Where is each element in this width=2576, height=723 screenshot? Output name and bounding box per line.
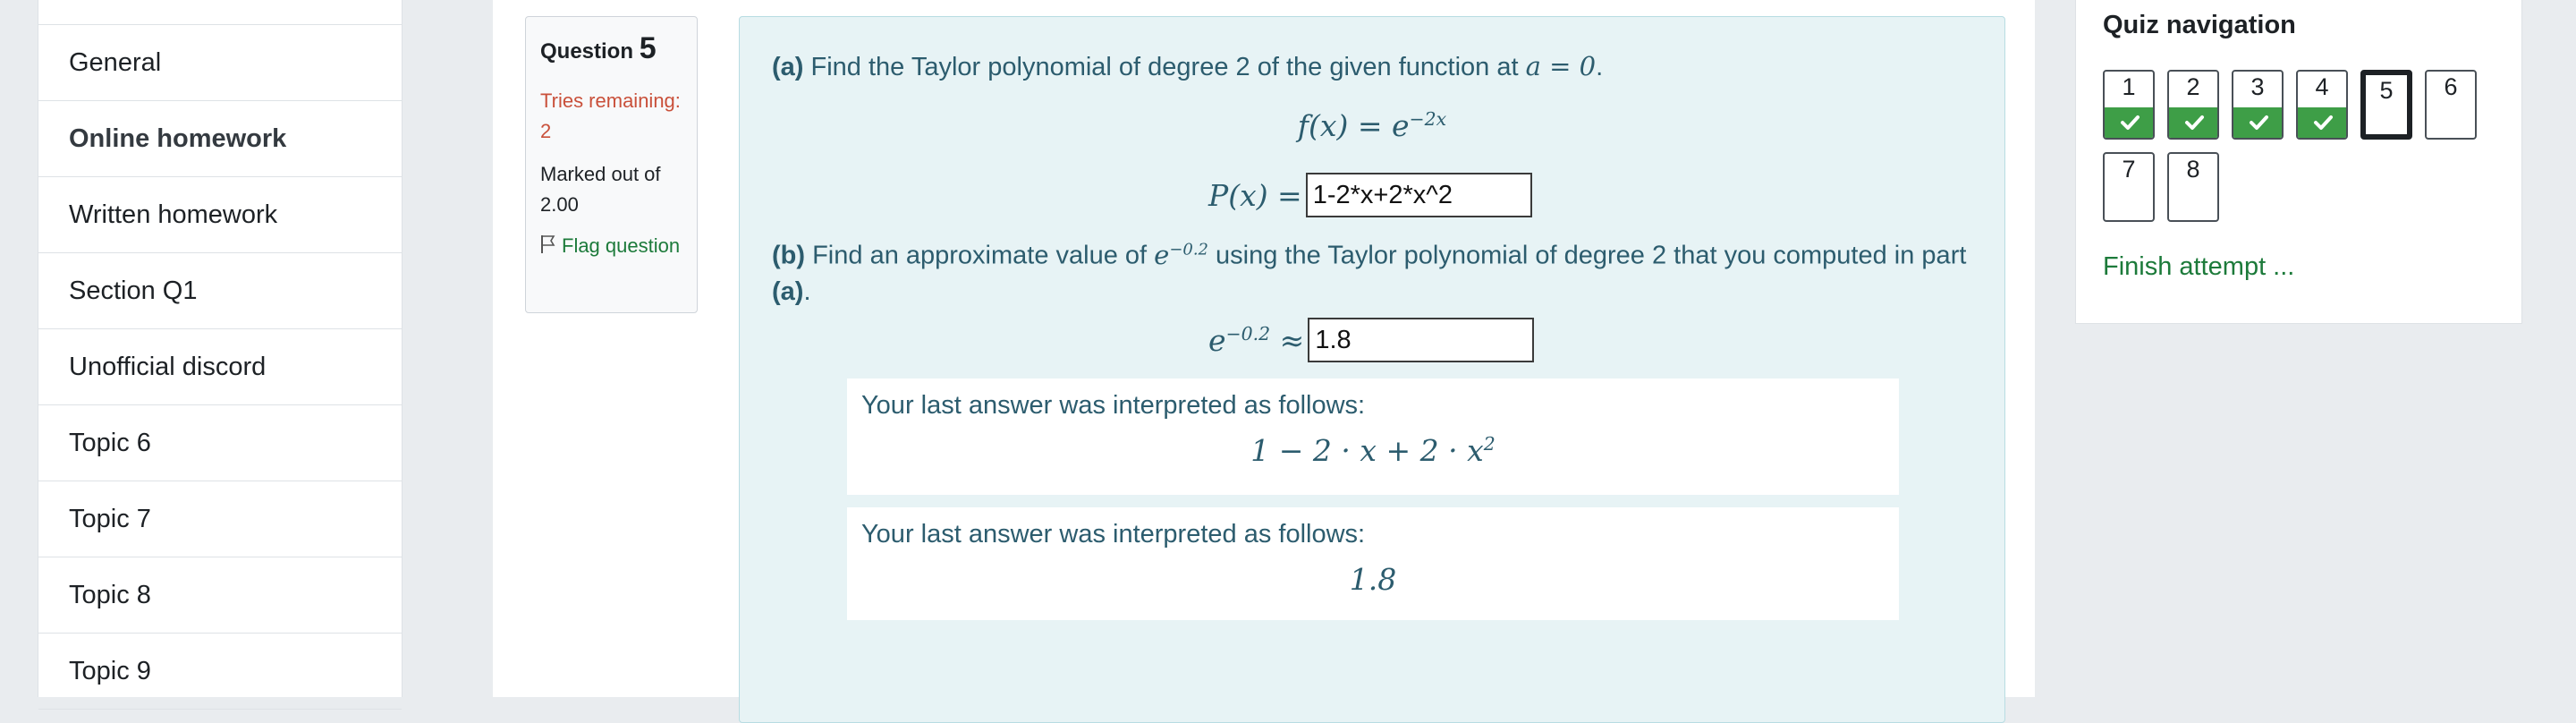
quiz-nav-number: 6 xyxy=(2444,73,2458,100)
e-answer-input[interactable] xyxy=(1308,318,1535,362)
sidebar-item-section-q1[interactable]: Section Q1 xyxy=(38,253,402,329)
quiz-nav-number: 7 xyxy=(2122,156,2136,183)
nav-divider xyxy=(38,0,402,25)
quiz-nav-number: 5 xyxy=(2379,77,2394,104)
part-b-expression: e−0.2 xyxy=(1154,239,1208,270)
p-answer-row: P(x) = xyxy=(1208,173,1532,217)
sidebar-item-general[interactable]: General xyxy=(38,25,402,101)
answered-state xyxy=(2169,107,2217,138)
flag-question-link[interactable]: Flag question xyxy=(540,231,682,263)
flag-question-label: Flag question xyxy=(562,234,681,257)
question-number-value: 5 xyxy=(639,31,657,65)
part-a-label: (a) xyxy=(772,53,804,81)
marked-out-of: Marked out of 2.00 xyxy=(540,163,661,216)
answered-state xyxy=(2298,107,2346,138)
tries-remaining: Tries remaining: 2 xyxy=(540,89,681,142)
check-icon xyxy=(2250,115,2268,130)
part-a-point: a = 0 xyxy=(1525,51,1597,81)
part-b-text-1: Find an approximate value of xyxy=(812,241,1148,270)
check-icon xyxy=(2314,115,2333,130)
part-a-prompt: (a) Find the Taylor polynomial of degree… xyxy=(772,51,1604,81)
e-label: e−0.2 ≈ xyxy=(1208,322,1305,358)
question-prefix: Question xyxy=(540,39,634,64)
answered-state xyxy=(2105,107,2153,138)
sidebar-item-unofficial-discord[interactable]: Unofficial discord xyxy=(38,329,402,405)
check-icon xyxy=(2185,115,2204,130)
part-b-text-2: using the Taylor polynomial of degree 2 … xyxy=(1216,241,1967,270)
function-exponent: −2x xyxy=(1409,108,1447,130)
e-answer-row: e−0.2 ≈ xyxy=(1208,318,1535,362)
interpretation-title: Your last answer was interpreted as foll… xyxy=(861,520,1366,549)
interpretation-formula: 1 − 2 · x + 2 · x2 xyxy=(1250,433,1496,468)
quiz-nav-button-1[interactable]: 1 xyxy=(2103,70,2155,140)
sidebar-item-topic-9[interactable]: Topic 9 xyxy=(38,634,402,710)
finish-attempt-link[interactable]: Finish attempt ... xyxy=(2103,252,2294,282)
function-formula: f(x) = e−2x xyxy=(740,108,2004,143)
sidebar-item-written-homework[interactable]: Written homework xyxy=(38,177,402,253)
question-info: Question 5 Tries remaining: 2 Marked out… xyxy=(525,16,698,313)
quiz-nav-button-4[interactable]: 4 xyxy=(2296,70,2348,140)
quiz-nav-number: 3 xyxy=(2250,73,2265,100)
quiz-nav-number: 4 xyxy=(2315,73,2329,100)
part-b-prompt: (b) Find an approximate value of e−0.2 u… xyxy=(772,239,1967,306)
flag-icon xyxy=(540,233,556,263)
quiz-nav-button-8[interactable]: 8 xyxy=(2167,152,2219,222)
answered-state xyxy=(2233,107,2282,138)
function-lhs: f(x) = e xyxy=(1297,108,1410,143)
interpretation-box-2: Your last answer was interpreted as foll… xyxy=(847,507,1899,620)
part-b-ref: (a) xyxy=(772,276,804,306)
quiz-nav-button-6[interactable]: 6 xyxy=(2425,70,2477,140)
quiz-nav-number: 2 xyxy=(2186,73,2200,100)
quiz-nav-button-7[interactable]: 7 xyxy=(2103,152,2155,222)
sidebar-item-topic-7[interactable]: Topic 7 xyxy=(38,481,402,557)
p-label: P(x) = xyxy=(1208,177,1302,213)
interpretation-box-1: Your last answer was interpreted as foll… xyxy=(847,379,1899,495)
sidebar-item-online-homework[interactable]: Online homework xyxy=(38,101,402,177)
question-content: (a) Find the Taylor polynomial of degree… xyxy=(739,16,2005,723)
quiz-nav-number: 8 xyxy=(2186,156,2200,183)
sidebar-item-topic-6[interactable]: Topic 6 xyxy=(38,405,402,481)
interpretation-title: Your last answer was interpreted as foll… xyxy=(861,391,1366,420)
quiz-navigation: Quiz navigation 1 2 3 4 5 6 7 8 Finish a… xyxy=(2075,0,2522,324)
quiz-navigation-title: Quiz navigation xyxy=(2103,11,2296,39)
check-icon xyxy=(2121,115,2140,130)
p-answer-input[interactable] xyxy=(1305,173,1532,217)
part-b-label: (b) xyxy=(772,241,806,270)
quiz-nav-button-3[interactable]: 3 xyxy=(2232,70,2284,140)
part-a-text: Find the Taylor polynomial of degree 2 o… xyxy=(810,53,1519,81)
quiz-nav-number: 1 xyxy=(2122,73,2136,100)
sidebar-item-topic-8[interactable]: Topic 8 xyxy=(38,557,402,634)
interpretation-value: 1.8 xyxy=(1349,562,1397,597)
course-index: General Online homework Written homework… xyxy=(38,0,402,710)
question-number: Question 5 xyxy=(540,31,682,66)
quiz-nav-button-5[interactable]: 5 xyxy=(2360,70,2412,140)
quiz-nav-button-2[interactable]: 2 xyxy=(2167,70,2219,140)
